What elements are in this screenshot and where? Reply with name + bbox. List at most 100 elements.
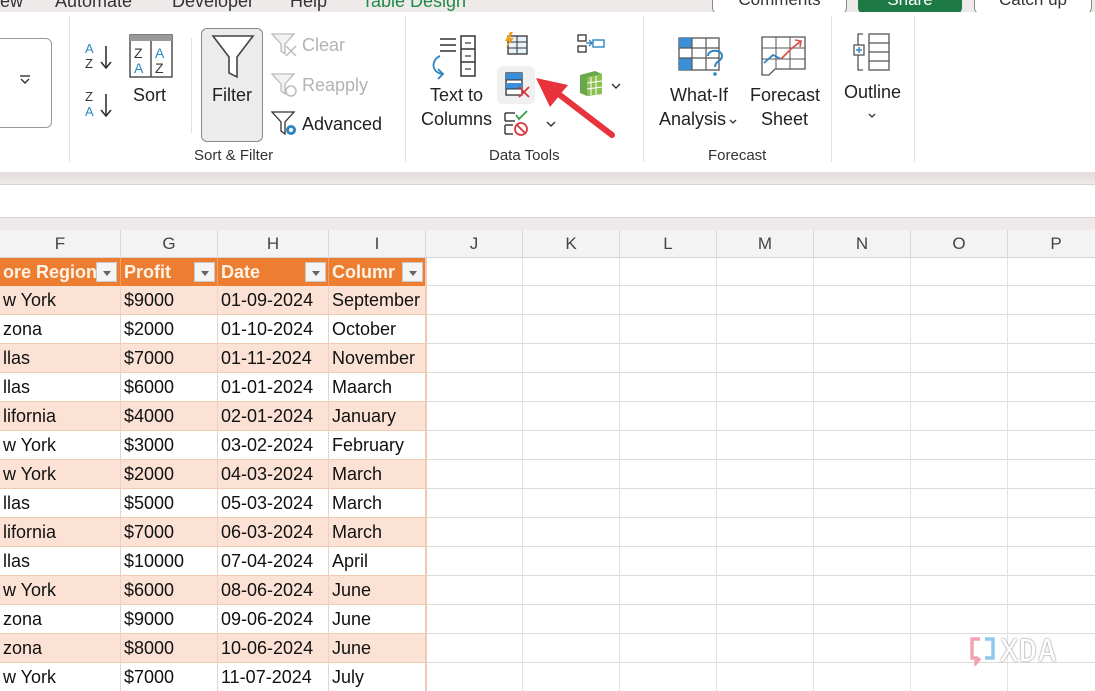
outline-button[interactable]: Outline xyxy=(844,82,901,103)
text-to-columns-line2[interactable]: Columns xyxy=(421,109,492,130)
empty-cell[interactable] xyxy=(911,315,1008,344)
filter-dropdown-button[interactable] xyxy=(96,262,117,282)
empty-cell[interactable] xyxy=(620,605,717,634)
data-validation-icon[interactable] xyxy=(503,110,531,141)
column-header-p[interactable]: P xyxy=(1008,230,1095,258)
cell-date[interactable]: 04-03-2024 xyxy=(218,460,329,489)
empty-cell[interactable] xyxy=(426,547,523,576)
share-button[interactable]: Share xyxy=(858,0,962,12)
flash-fill-icon[interactable] xyxy=(503,32,529,61)
empty-cell[interactable] xyxy=(523,315,620,344)
empty-cell[interactable] xyxy=(620,663,717,691)
empty-cell[interactable] xyxy=(814,286,911,315)
column-header-m[interactable]: M xyxy=(717,230,814,258)
empty-cell[interactable] xyxy=(426,258,523,286)
cell-store-region[interactable]: llas xyxy=(0,489,121,518)
empty-cell[interactable] xyxy=(1008,460,1095,489)
cell-profit[interactable]: $9000 xyxy=(121,605,218,634)
empty-cell[interactable] xyxy=(814,402,911,431)
empty-cell[interactable] xyxy=(911,402,1008,431)
empty-cell[interactable] xyxy=(911,460,1008,489)
outline-dropdown-icon[interactable] xyxy=(867,108,877,126)
empty-cell[interactable] xyxy=(523,489,620,518)
empty-cell[interactable] xyxy=(814,489,911,518)
consolidate-icon[interactable] xyxy=(577,33,605,60)
empty-cell[interactable] xyxy=(1008,489,1095,518)
empty-cell[interactable] xyxy=(620,373,717,402)
cell-month[interactable]: Maarch xyxy=(329,373,426,402)
cell-month[interactable]: June xyxy=(329,576,426,605)
empty-cell[interactable] xyxy=(814,663,911,691)
sort-dialog-icon[interactable]: Z A A Z xyxy=(129,34,173,83)
cell-profit[interactable]: $7000 xyxy=(121,663,218,691)
cell-store-region[interactable]: zona xyxy=(0,605,121,634)
cell-store-region[interactable]: w York xyxy=(0,663,121,691)
cell-profit[interactable]: $7000 xyxy=(121,518,218,547)
cell-month[interactable]: March xyxy=(329,518,426,547)
cell-date[interactable]: 03-02-2024 xyxy=(218,431,329,460)
empty-cell[interactable] xyxy=(620,547,717,576)
empty-cell[interactable] xyxy=(523,634,620,663)
cell-store-region[interactable]: zona xyxy=(0,634,121,663)
cell-store-region[interactable]: w York xyxy=(0,576,121,605)
empty-cell[interactable] xyxy=(717,315,814,344)
cell-profit[interactable]: $5000 xyxy=(121,489,218,518)
cell-month[interactable]: July xyxy=(329,663,426,691)
sort-ascending-icon[interactable]: A Z xyxy=(84,40,114,77)
cell-profit[interactable]: $3000 xyxy=(121,431,218,460)
cell-store-region[interactable]: w York xyxy=(0,286,121,315)
cell-date[interactable]: 01-10-2024 xyxy=(218,315,329,344)
empty-cell[interactable] xyxy=(814,518,911,547)
cell-month[interactable]: October xyxy=(329,315,426,344)
cell-profit[interactable]: $9000 xyxy=(121,286,218,315)
empty-cell[interactable] xyxy=(1008,547,1095,576)
cell-date[interactable]: 07-04-2024 xyxy=(218,547,329,576)
empty-cell[interactable] xyxy=(523,576,620,605)
empty-cell[interactable] xyxy=(620,518,717,547)
cell-store-region[interactable]: w York xyxy=(0,431,121,460)
empty-cell[interactable] xyxy=(814,576,911,605)
empty-cell[interactable] xyxy=(717,663,814,691)
empty-cell[interactable] xyxy=(911,547,1008,576)
empty-cell[interactable] xyxy=(523,344,620,373)
empty-cell[interactable] xyxy=(717,373,814,402)
cell-store-region[interactable]: zona xyxy=(0,315,121,344)
empty-cell[interactable] xyxy=(426,344,523,373)
forecast-sheet-line2[interactable]: Sheet xyxy=(761,109,808,130)
cell-date[interactable]: 01-01-2024 xyxy=(218,373,329,402)
cell-date[interactable]: 01-11-2024 xyxy=(218,344,329,373)
empty-cell[interactable] xyxy=(717,344,814,373)
formula-bar[interactable] xyxy=(0,184,1095,218)
forecast-sheet-line1[interactable]: Forecast xyxy=(750,85,820,106)
cell-month[interactable]: March xyxy=(329,460,426,489)
column-header-o[interactable]: O xyxy=(911,230,1008,258)
comments-button[interactable]: Comments xyxy=(712,0,847,12)
empty-cell[interactable] xyxy=(717,258,814,286)
cell-date[interactable]: 02-01-2024 xyxy=(218,402,329,431)
cell-month[interactable]: September xyxy=(329,286,426,315)
empty-cell[interactable] xyxy=(717,605,814,634)
cell-store-region[interactable]: llas xyxy=(0,547,121,576)
empty-cell[interactable] xyxy=(1008,373,1095,402)
empty-cell[interactable] xyxy=(620,489,717,518)
empty-cell[interactable] xyxy=(911,576,1008,605)
cell-profit[interactable]: $7000 xyxy=(121,344,218,373)
empty-cell[interactable] xyxy=(523,286,620,315)
empty-cell[interactable] xyxy=(620,634,717,663)
empty-cell[interactable] xyxy=(1008,518,1095,547)
cell-date[interactable]: 06-03-2024 xyxy=(218,518,329,547)
cell-profit[interactable]: $8000 xyxy=(121,634,218,663)
empty-cell[interactable] xyxy=(426,402,523,431)
column-header-k[interactable]: K xyxy=(523,230,620,258)
empty-cell[interactable] xyxy=(814,431,911,460)
column-header-h[interactable]: H xyxy=(218,230,329,258)
column-header-j[interactable]: J xyxy=(426,230,523,258)
empty-cell[interactable] xyxy=(523,605,620,634)
empty-cell[interactable] xyxy=(620,315,717,344)
empty-cell[interactable] xyxy=(911,518,1008,547)
cell-date[interactable]: 05-03-2024 xyxy=(218,489,329,518)
sort-button[interactable]: Sort xyxy=(133,85,166,106)
empty-cell[interactable] xyxy=(717,402,814,431)
tab-automate[interactable]: Automate xyxy=(55,0,132,12)
empty-cell[interactable] xyxy=(717,547,814,576)
